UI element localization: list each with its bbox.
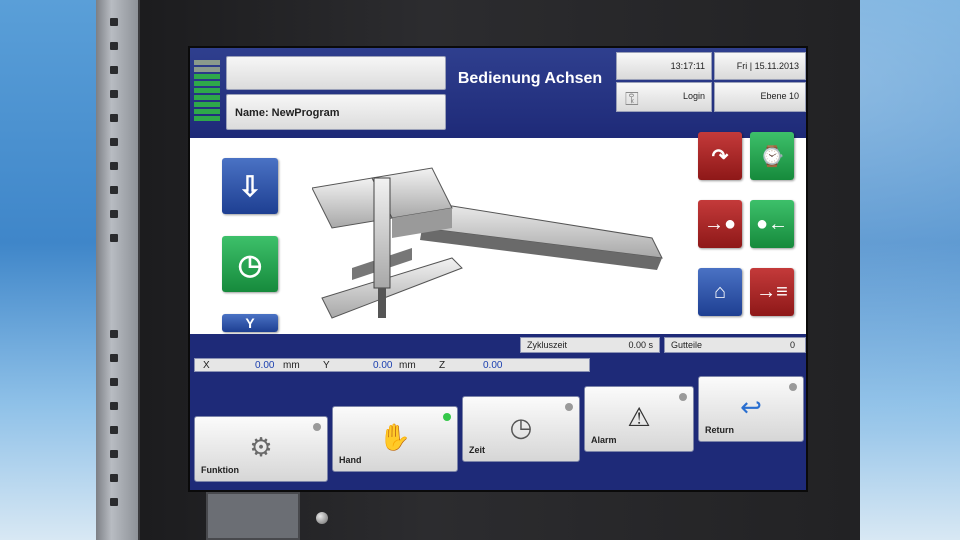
program-name: Name: NewProgram: [226, 94, 446, 130]
funktion-led: [313, 423, 321, 431]
robot-arm-icon: ⌂: [713, 280, 727, 303]
y-unit: mm: [399, 360, 416, 371]
page-title: Bedienung Achsen: [457, 70, 603, 87]
good-parts-label: Gutteile: [671, 340, 703, 350]
cycle-time-value: 0.00 s: [628, 340, 653, 350]
zeit-led: [565, 403, 573, 411]
message-area: Name: NewProgram: [226, 56, 446, 132]
sequence-icon: →≡: [756, 280, 788, 303]
good-parts-value: 0: [789, 340, 795, 350]
hand-label: Hand: [339, 455, 362, 465]
return-button[interactable]: ↩ Return: [698, 376, 804, 442]
header: Name: NewProgram Bedienung Achsen 13:17:…: [190, 48, 806, 138]
z-value: 0.00: [483, 360, 503, 371]
return-led: [789, 383, 797, 391]
gripper-button[interactable]: Y: [222, 314, 278, 332]
function-button-bar: ⚙ Funktion ✋ Hand ◷ Zeit ⚠ Alarm ↩ Retur…: [190, 374, 806, 490]
arrow-to-point-icon: →●: [703, 212, 737, 235]
cycle-time-label: Zykluszeit: [527, 340, 568, 350]
curve-arrow-icon: ↷: [711, 145, 729, 168]
clock-icon: ◷: [509, 411, 533, 442]
funktion-label: Funktion: [201, 465, 239, 475]
robot-axis-image: [312, 167, 663, 319]
zeit-label: Zeit: [469, 445, 486, 455]
axis-clock-icon: ⌚: [759, 145, 785, 168]
login-label: Login: [682, 91, 705, 101]
zeit-button[interactable]: ◷ Zeit: [462, 396, 580, 462]
login-button[interactable]: ⚿ Login: [616, 82, 712, 112]
gripper-icon: Y: [245, 315, 255, 331]
warning-icon: ⚠: [627, 401, 651, 432]
cycle-time-field: Zykluszeit 0.00 s: [520, 337, 660, 353]
good-parts-field: Gutteile 0: [664, 337, 806, 353]
key-icon: ⚿: [625, 89, 639, 109]
main-area: ⇩ ◷ Y ↷ ⌚ →● ●← ⌂ →≡: [190, 132, 806, 334]
time-display: 13:17:11: [616, 52, 712, 80]
coordinate-display: X 0.00 mm Y 0.00 mm Z 0.00: [194, 358, 590, 372]
signal-level-icon: [194, 60, 220, 132]
hand-button[interactable]: ✋ Hand: [332, 406, 458, 472]
message-field: [226, 56, 446, 90]
funktion-button[interactable]: ⚙ Funktion: [194, 416, 328, 482]
info-panel: 13:17:11 Fri | 15.11.2013 ⚿ Login Ebene …: [616, 52, 806, 112]
curve-move-button[interactable]: ↷: [698, 132, 742, 180]
point-to-arrow-icon: ●←: [755, 212, 789, 235]
y-value: 0.00: [373, 360, 393, 371]
arrow-down-icon: ⇩: [238, 170, 262, 202]
device-side-rail: [96, 0, 140, 540]
move-to-point-button[interactable]: →●: [698, 200, 742, 248]
alarm-led: [679, 393, 687, 401]
x-unit: mm: [283, 360, 300, 371]
move-down-button[interactable]: ⇩: [222, 158, 278, 214]
status-bar: Zykluszeit 0.00 s Gutteile 0: [190, 334, 806, 356]
status-led: [316, 512, 328, 524]
hand-led: [443, 413, 451, 421]
coordinate-bar: X 0.00 mm Y 0.00 mm Z 0.00: [190, 356, 806, 374]
timer-button[interactable]: ◷: [222, 236, 278, 292]
return-label: Return: [705, 425, 734, 435]
sequence-button[interactable]: →≡: [750, 268, 794, 316]
z-label: Z: [439, 360, 446, 371]
usb-cover: [206, 492, 300, 540]
return-arrow-icon: ↩: [740, 391, 762, 422]
hmi-screen: Name: NewProgram Bedienung Achsen 13:17:…: [188, 46, 808, 492]
axis-timing-button[interactable]: ⌚: [750, 132, 794, 180]
level-display: Ebene 10: [714, 82, 806, 112]
alarm-label: Alarm: [591, 435, 617, 445]
gear-icon: ⚙: [249, 431, 273, 462]
hand-icon: ✋: [378, 421, 412, 452]
y-label: Y: [323, 360, 330, 371]
return-from-point-button[interactable]: ●←: [750, 200, 794, 248]
x-label: X: [203, 360, 210, 371]
clock-icon: ◷: [237, 248, 263, 280]
x-value: 0.00: [255, 360, 275, 371]
date-display: Fri | 15.11.2013: [714, 52, 806, 80]
alarm-button[interactable]: ⚠ Alarm: [584, 386, 694, 452]
robot-arm-button[interactable]: ⌂: [698, 268, 742, 316]
